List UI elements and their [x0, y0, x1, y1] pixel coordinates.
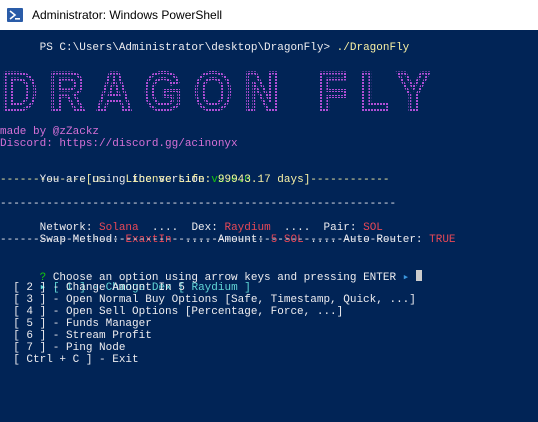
- menu-item-label: [ 6 ] - Stream Profit: [13, 330, 152, 342]
- menu-item-6[interactable]: [ 6 ] - Stream Profit: [0, 330, 152, 342]
- prompt-path: PS C:\Users\Administrator\desktop\Dragon…: [39, 42, 337, 54]
- window-title: Administrator: Windows PowerShell: [32, 8, 223, 22]
- dragonfly-ascii-banner: DRAGON FLY: [2, 64, 442, 118]
- question-arrow: ▸: [396, 272, 416, 284]
- menu-item-label: [ 7 ] - Ping Node: [13, 342, 126, 354]
- console-output[interactable]: PS C:\Users\Administrator\desktop\Dragon…: [0, 30, 538, 422]
- discord-line[interactable]: Discord: https://discord.gg/acinonyx: [0, 138, 238, 150]
- router-value: TRUE: [429, 234, 456, 246]
- prompt-line: PS C:\Users\Administrator\desktop\Dragon…: [0, 30, 410, 66]
- powershell-window: Administrator: Windows PowerShell PS C:\…: [0, 0, 538, 422]
- menu-item-7[interactable]: [ 7 ] - Ping Node: [0, 342, 125, 354]
- menu-item-3[interactable]: [ 3 ] - Open Normal Buy Options [Safe, T…: [0, 294, 416, 306]
- powershell-icon: [7, 8, 23, 22]
- license-line: -------------[☐☐ License Life: 99943.17 …: [0, 174, 390, 186]
- title-bar[interactable]: Administrator: Windows PowerShell: [0, 0, 538, 31]
- banner-text: DRAGON FLY: [2, 64, 442, 118]
- menu-item-5[interactable]: [ 5 ] - Funds Manager: [0, 318, 152, 330]
- menu-item-4[interactable]: [ 4 ] - Open Sell Options [Percentage, F…: [0, 306, 343, 318]
- separator-bottom: ----------------------------------------…: [0, 234, 397, 246]
- text-cursor: [415, 270, 422, 281]
- menu-item-label: [ 5 ] - Funds Manager: [13, 318, 152, 330]
- menu-item-label: [ 2 ] - Change Amount In 5: [13, 282, 185, 294]
- menu-item-label: [ 4 ] - Open Sell Options [Percentage, F…: [13, 306, 344, 318]
- menu-item-label: [ 3 ] - Open Normal Buy Options [Safe, T…: [13, 294, 416, 306]
- command-text: ./DragonFly: [336, 42, 410, 54]
- menu-item-label: [ Ctrl + C ] - Exit: [13, 354, 139, 366]
- made-by-line: made by @zZackz: [0, 126, 100, 138]
- menu-item-exit[interactable]: [ Ctrl + C ] - Exit: [0, 354, 139, 366]
- separator-top: ----------------------------------------…: [0, 198, 397, 210]
- menu-item-2[interactable]: [ 2 ] - Change Amount In 5: [0, 282, 185, 294]
